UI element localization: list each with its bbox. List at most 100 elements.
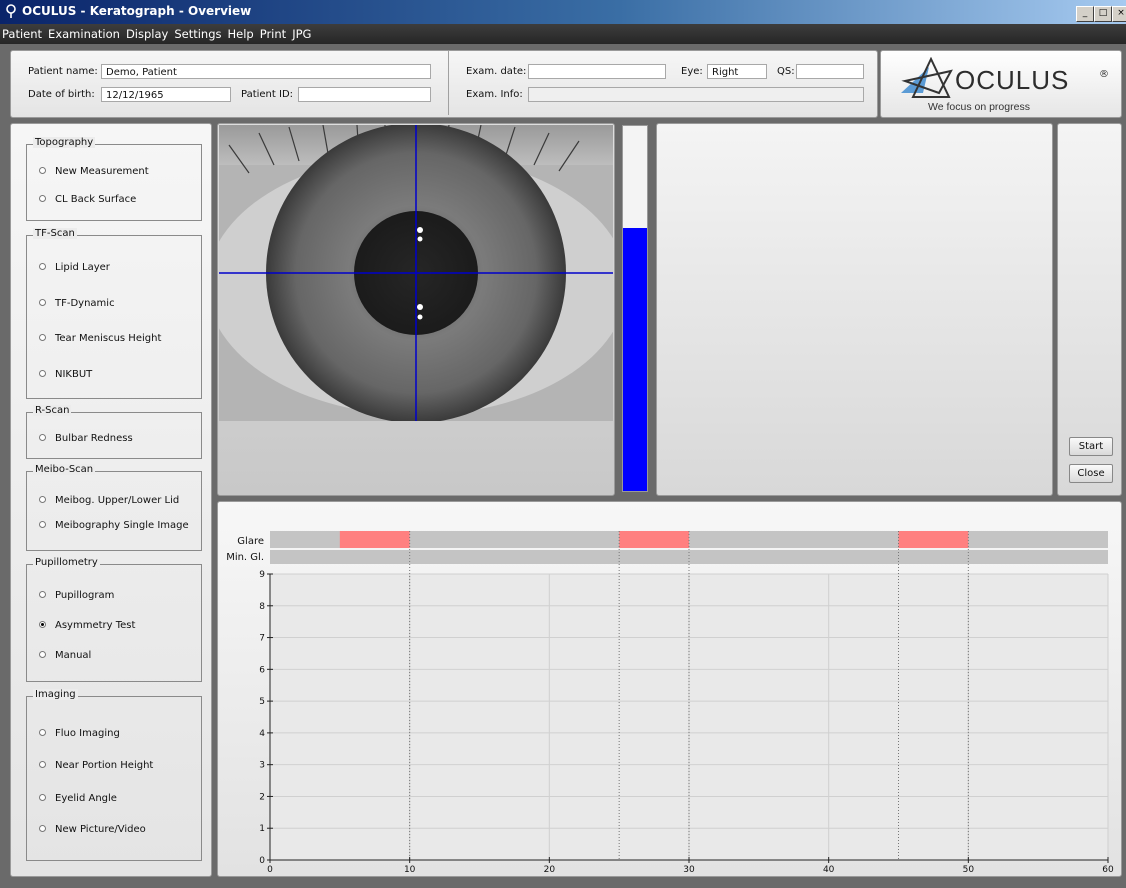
radio-dot bbox=[39, 298, 46, 306]
eye-camera-image[interactable] bbox=[219, 125, 613, 421]
x-tick-label: 60 bbox=[1102, 865, 1114, 875]
radio-dot-checked bbox=[39, 620, 46, 628]
patient-name-field[interactable]: Demo, Patient bbox=[101, 64, 431, 79]
radio-dot bbox=[39, 590, 46, 598]
radio-label: CL Back Surface bbox=[55, 194, 137, 205]
patient-name-label: Patient name: bbox=[28, 66, 98, 77]
close-button[interactable]: Close bbox=[1069, 464, 1113, 483]
radio-manual[interactable]: Manual bbox=[39, 650, 91, 661]
radio-dot bbox=[39, 433, 46, 441]
radio-label: TF-Dynamic bbox=[55, 298, 115, 309]
radio-label: Tear Meniscus Height bbox=[55, 333, 162, 344]
radio-label: Eyelid Angle bbox=[55, 793, 117, 804]
pupillometry-title: Pupillometry bbox=[33, 557, 100, 568]
imaging-group bbox=[26, 696, 202, 861]
radio-meibog-upper-lower[interactable]: Meibog. Upper/Lower Lid bbox=[39, 495, 179, 506]
qs-field[interactable] bbox=[796, 64, 864, 79]
level-meter-track bbox=[622, 125, 648, 492]
exam-info-field bbox=[528, 87, 864, 102]
radio-pupillogram[interactable]: Pupillogram bbox=[39, 590, 114, 601]
radio-dot bbox=[39, 333, 46, 341]
brand-name: OCULUS bbox=[955, 65, 1070, 95]
radio-cl-back-surface[interactable]: CL Back Surface bbox=[39, 194, 136, 205]
patient-id-field[interactable] bbox=[298, 87, 431, 102]
dob-label: Date of birth: bbox=[28, 89, 95, 100]
menu-display[interactable]: Display bbox=[124, 24, 171, 41]
glare-interval bbox=[898, 531, 969, 548]
registered-mark: ® bbox=[1099, 69, 1109, 80]
menu-patient[interactable]: Patient bbox=[0, 24, 45, 41]
radio-label: Pupillogram bbox=[55, 590, 115, 601]
oculus-logo-icon bbox=[901, 57, 953, 98]
radio-tf-dynamic[interactable]: TF-Dynamic bbox=[39, 298, 115, 309]
app-logo-icon bbox=[6, 4, 16, 18]
menu-help[interactable]: Help bbox=[226, 24, 257, 41]
radio-new-picture-video[interactable]: New Picture/Video bbox=[39, 824, 146, 835]
exam-info-label: Exam. Info: bbox=[466, 89, 523, 100]
x-tick-label: 20 bbox=[544, 865, 556, 875]
menu-print[interactable]: Print bbox=[258, 24, 289, 41]
radio-dot bbox=[39, 194, 46, 202]
x-tick-label: 0 bbox=[267, 865, 273, 875]
y-tick-label: 0 bbox=[259, 856, 265, 866]
radio-near-portion-height[interactable]: Near Portion Height bbox=[39, 760, 153, 771]
start-button[interactable]: Start bbox=[1069, 437, 1113, 456]
radio-dot bbox=[39, 793, 46, 801]
radio-dot bbox=[39, 495, 46, 503]
y-tick-label: 7 bbox=[259, 634, 265, 644]
radio-lipid-layer[interactable]: Lipid Layer bbox=[39, 262, 110, 273]
menu-jpg[interactable]: JPG bbox=[290, 24, 314, 41]
y-tick-label: 8 bbox=[259, 602, 265, 612]
radio-meibography-single[interactable]: Meibography Single Image bbox=[39, 520, 189, 531]
min-glare-label: Min. Gl. bbox=[226, 552, 264, 563]
pupillogram-chart: Glare Min. Gl. 0 1 2 3 4 5 6 7 8 9 0 10 20 30 40 50 60 bbox=[226, 531, 1114, 875]
radio-nikbut[interactable]: NIKBUT bbox=[39, 369, 92, 380]
radio-tear-meniscus-height[interactable]: Tear Meniscus Height bbox=[39, 333, 161, 344]
radio-label: New Measurement bbox=[55, 166, 149, 177]
radio-label: Lipid Layer bbox=[55, 262, 110, 273]
menu-settings[interactable]: Settings bbox=[172, 24, 224, 41]
eye-label: Eye: bbox=[681, 66, 703, 77]
minimize-button[interactable]: _ bbox=[1076, 6, 1094, 22]
radio-label: Meibography Single Image bbox=[55, 520, 189, 531]
imaging-title: Imaging bbox=[33, 689, 78, 700]
level-meter bbox=[620, 123, 650, 494]
radio-dot bbox=[39, 760, 46, 768]
title-bar: OCULUS - Keratograph - Overview _ □ × bbox=[0, 0, 1126, 24]
tf-scan-title: TF-Scan bbox=[33, 228, 77, 239]
logo-panel: OCULUS ® We focus on progress bbox=[880, 50, 1122, 118]
radio-label: New Picture/Video bbox=[55, 824, 146, 835]
exam-date-field[interactable] bbox=[528, 64, 666, 79]
radio-eyelid-angle[interactable]: Eyelid Angle bbox=[39, 793, 117, 804]
radio-label: Asymmetry Test bbox=[55, 620, 136, 631]
glare-label: Glare bbox=[237, 536, 264, 547]
close-window-button[interactable]: × bbox=[1112, 6, 1126, 22]
r-scan-title: R-Scan bbox=[33, 405, 72, 416]
menu-examination[interactable]: Examination bbox=[46, 24, 123, 41]
eye-field[interactable]: Right bbox=[707, 64, 767, 79]
y-tick-label: 3 bbox=[259, 761, 265, 771]
meibo-scan-title: Meibo-Scan bbox=[33, 464, 96, 475]
radio-bulbar-redness[interactable]: Bulbar Redness bbox=[39, 433, 133, 444]
radio-label: Bulbar Redness bbox=[55, 433, 133, 444]
radio-fluo-imaging[interactable]: Fluo Imaging bbox=[39, 728, 120, 739]
radio-dot bbox=[39, 166, 46, 174]
radio-label: Manual bbox=[55, 650, 92, 661]
header-divider bbox=[448, 51, 449, 115]
radio-label: Meibog. Upper/Lower Lid bbox=[55, 495, 180, 506]
window-title: OCULUS - Keratograph - Overview bbox=[22, 4, 252, 18]
radio-new-measurement[interactable]: New Measurement bbox=[39, 166, 149, 177]
exam-mode-panel: Topography New Measurement CL Back Surfa… bbox=[10, 123, 212, 877]
y-tick-label: 6 bbox=[259, 665, 265, 675]
radio-dot bbox=[39, 650, 46, 658]
glare-interval bbox=[619, 531, 689, 548]
camera-view-panel bbox=[217, 123, 615, 496]
radio-dot bbox=[39, 262, 46, 270]
exam-date-label: Exam. date: bbox=[466, 66, 527, 77]
logo-tagline: We focus on progress bbox=[928, 101, 1030, 113]
result-panel bbox=[656, 123, 1053, 496]
dob-field[interactable]: 12/12/1965 bbox=[101, 87, 231, 102]
radio-asymmetry-test[interactable]: Asymmetry Test bbox=[39, 620, 135, 631]
meibo-scan-group bbox=[26, 471, 202, 551]
maximize-button[interactable]: □ bbox=[1094, 6, 1112, 22]
